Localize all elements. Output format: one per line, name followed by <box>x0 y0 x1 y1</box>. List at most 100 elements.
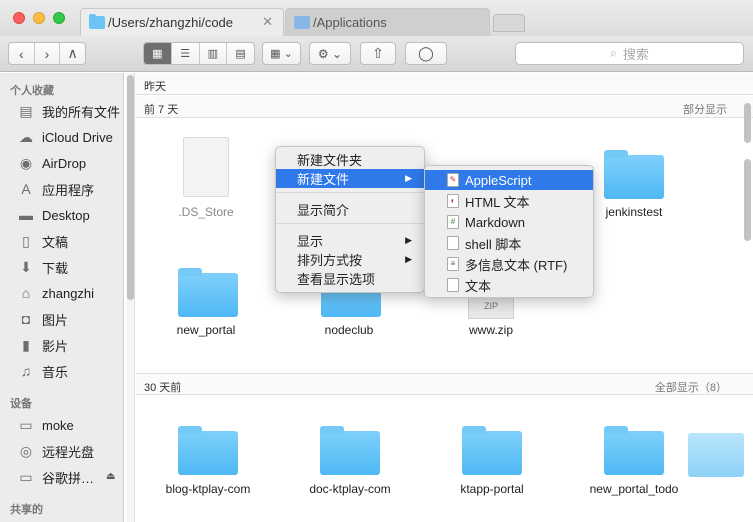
folder-stack-icon[interactable] <box>688 433 744 477</box>
folder-icon <box>604 150 664 199</box>
icon-view-button[interactable]: ▦ <box>144 43 172 64</box>
camera-icon: ◘ <box>21 311 31 327</box>
markdown-file-icon: # <box>447 215 459 229</box>
sidebar-item-documents[interactable]: ▯ 文稿 <box>16 230 68 252</box>
tab-close-icon[interactable]: ✕ <box>262 14 273 30</box>
back-button[interactable]: ‹ <box>9 43 35 64</box>
section-label: 前 7 天 <box>144 104 179 116</box>
folder-item-new-portal[interactable]: new_portal <box>146 265 266 345</box>
submenu-item-html[interactable]: ◐ HTML 文本 <box>425 191 593 211</box>
submenu-arrow-icon: ▶ <box>405 173 412 183</box>
submenu-item-label: shell 脚本 <box>465 236 522 252</box>
submenu-item-markdown[interactable]: # Markdown <box>425 212 593 232</box>
sidebar-item-desktop[interactable]: ▬ Desktop <box>16 204 90 226</box>
main-scroll-thumb-upper[interactable] <box>744 103 751 143</box>
sidebar-item-label: iCloud Drive <box>42 129 113 145</box>
sidebar-item-google-pinyin[interactable]: ▭ 谷歌拼… <box>16 466 94 488</box>
menu-item-new-file[interactable]: 新建文件 ▶ <box>276 169 424 188</box>
share-button[interactable]: ⇧ <box>360 42 396 65</box>
menu-item-new-folder[interactable]: 新建文件夹 <box>276 150 424 169</box>
hard-disk-icon: ▭ <box>19 416 33 433</box>
menu-item-view-options[interactable]: 查看显示选项 <box>276 269 424 288</box>
new-tab-button[interactable] <box>493 14 525 32</box>
desktop-icon: ▬ <box>19 207 33 223</box>
document-icon <box>183 137 229 197</box>
section-last-7-days: 前 7 天 部分显示 <box>136 96 753 118</box>
documents-icon: ▯ <box>22 232 30 249</box>
folder-icon <box>462 426 522 475</box>
sidebar-scroll-thumb[interactable] <box>127 75 134 300</box>
sidebar-item-applications[interactable]: A 应用程序 <box>16 178 94 200</box>
submenu-item-applescript[interactable]: ✎ AppleScript <box>425 170 593 190</box>
folder-name: new_portal <box>176 323 236 337</box>
folder-item-ktapp-portal[interactable]: ktapp-portal <box>432 423 552 503</box>
main-scroll-thumb[interactable] <box>744 159 751 241</box>
sidebar-item-pictures[interactable]: ◘ 图片 <box>16 308 68 330</box>
sidebar-item-music[interactable]: ♫ 音乐 <box>16 360 68 382</box>
submenu-item-rtf[interactable]: ≡ 多信息文本 (RTF) <box>425 254 593 274</box>
submenu-item-label: 文本 <box>465 278 492 294</box>
sidebar-item-home[interactable]: ⌂ zhangzhi <box>16 282 94 304</box>
cloud-icon: ☁ <box>19 128 33 145</box>
action-gear-button[interactable]: ⚙ ⌄ <box>309 42 351 65</box>
eject-icon[interactable]: ⏏ <box>106 471 115 482</box>
file-name: .DS_Store <box>178 205 234 219</box>
show-all-link[interactable]: 全部显示（8） <box>655 379 727 395</box>
sidebar-item-airdrop[interactable]: ◉ AirDrop <box>16 152 86 174</box>
menu-item-arrange-by[interactable]: 排列方式按 ▶ <box>276 250 424 269</box>
main-scrollbar[interactable] <box>742 103 753 522</box>
download-icon: ⬇ <box>20 258 32 275</box>
file-name: www.zip <box>468 323 513 337</box>
tag-button[interactable]: ◯ <box>405 42 447 65</box>
list-view-button[interactable]: ☰ <box>172 43 200 64</box>
menu-item-get-info[interactable]: 显示简介 <box>276 200 424 219</box>
sidebar-item-label: 音乐 <box>42 364 69 380</box>
home-icon: ⌂ <box>21 285 31 301</box>
section-label: 昨天 <box>144 81 166 93</box>
folder-icon <box>178 426 238 475</box>
submenu-item-label: HTML 文本 <box>465 194 530 210</box>
sidebar-item-moke[interactable]: ▭ moke <box>16 414 73 436</box>
zoom-window-button[interactable] <box>53 12 65 24</box>
folder-item-doc-ktplay-com[interactable]: doc-ktplay-com <box>290 423 410 503</box>
section-yesterday: 昨天 <box>136 73 753 95</box>
enclosing-folder-button[interactable]: ∧ <box>60 43 85 64</box>
rtf-file-icon: ≡ <box>447 257 459 271</box>
submenu-item-shell-script[interactable]: shell 脚本 <box>425 233 593 253</box>
search-field[interactable]: ⌕ 搜索 <box>515 42 744 65</box>
submenu-arrow-icon: ▶ <box>405 254 412 264</box>
applications-icon: A <box>21 181 31 197</box>
forward-button[interactable]: › <box>35 43 61 64</box>
sidebar-item-movies[interactable]: ▮ 影片 <box>16 334 68 356</box>
show-less-link[interactable]: 部分显示 <box>683 101 727 117</box>
folder-name: new_portal_todo <box>589 482 679 496</box>
film-icon: ▮ <box>22 336 30 353</box>
file-item-ds-store[interactable]: .DS_Store <box>146 135 266 225</box>
submenu-item-label: AppleScript <box>465 172 532 188</box>
applescript-file-icon: ✎ <box>447 173 459 187</box>
submenu-item-text[interactable]: 文本 <box>425 275 593 295</box>
title-bar: /Users/zhangzhi/code ✕ /Applications <box>0 0 753 36</box>
column-view-button[interactable]: ▥ <box>200 43 228 64</box>
sidebar-item-remote-disc[interactable]: ◎ 远程光盘 <box>16 440 94 462</box>
search-placeholder: 搜索 <box>622 47 649 62</box>
sidebar-item-downloads[interactable]: ⬇ 下载 <box>16 256 68 278</box>
tab-code[interactable]: /Users/zhangzhi/code ✕ <box>80 8 284 36</box>
sidebar-item-icloud-drive[interactable]: ☁ iCloud Drive <box>16 126 113 148</box>
folder-item-blog-ktplay-com[interactable]: blog-ktplay-com <box>148 423 268 503</box>
close-window-button[interactable] <box>13 12 25 24</box>
arrange-button[interactable]: ▦ ⌄ <box>262 42 301 65</box>
cover-flow-button[interactable]: ▤ <box>227 43 254 64</box>
folder-name: doc-ktplay-com <box>309 482 391 496</box>
sidebar-scrollbar[interactable] <box>126 73 135 522</box>
folder-name: ktapp-portal <box>460 482 524 496</box>
folder-icon <box>178 268 238 317</box>
folder-icon <box>320 426 380 475</box>
sidebar-item-all-my-files[interactable]: ▤ 我的所有文件 <box>16 100 120 122</box>
menu-item-label: 新建文件 <box>297 172 350 187</box>
menu-item-label: 排列方式按 <box>297 253 363 268</box>
tab-applications[interactable]: /Applications <box>285 8 490 36</box>
minimize-window-button[interactable] <box>33 12 45 24</box>
menu-item-show[interactable]: 显示 ▶ <box>276 231 424 250</box>
folder-item-new-portal-todo[interactable]: new_portal_todo <box>574 423 694 503</box>
